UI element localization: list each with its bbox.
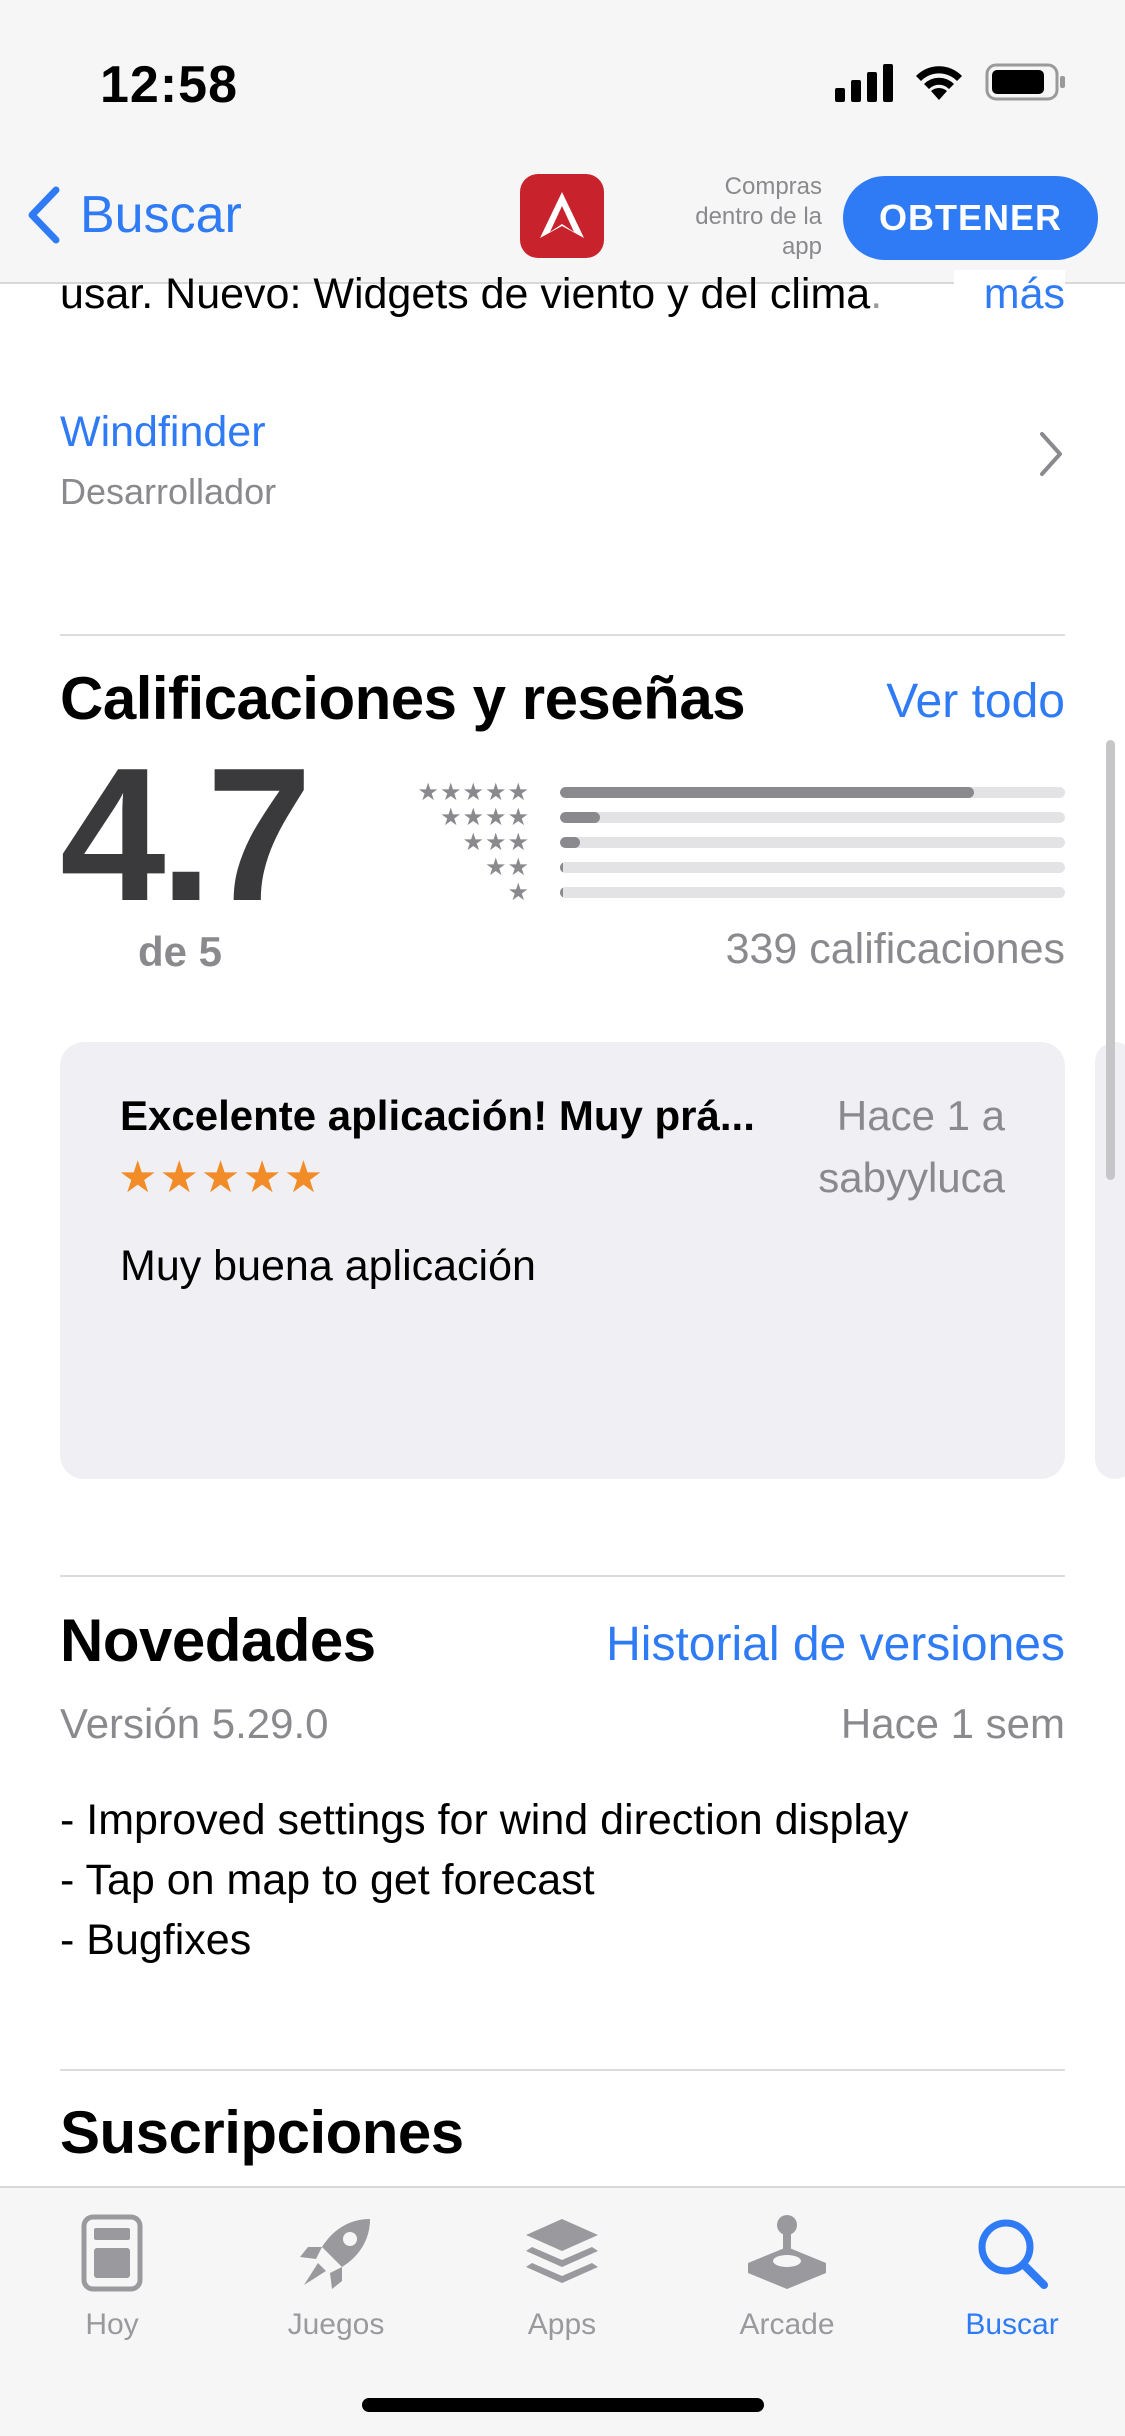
histogram-track (560, 887, 1065, 898)
review-title: Excelente aplicación! Muy prá... (120, 1092, 755, 1139)
description-text: usar. Nuevo: Widgets de viento y del cli… (60, 270, 1065, 319)
histogram-track (560, 837, 1065, 848)
tab-label: Hoy (85, 2308, 139, 2341)
tab-buscar[interactable]: Buscar (927, 2208, 1097, 2342)
tab-juegos[interactable]: Juegos (251, 2208, 421, 2342)
histogram-track (560, 862, 1065, 873)
more-link[interactable]: más (953, 270, 1065, 319)
version-label: Versión 5.29.0 (60, 1700, 329, 1747)
histogram-track (560, 812, 1065, 823)
histogram-row-1: ★ (405, 880, 1065, 905)
subscriptions-title: Suscripciones (60, 2099, 464, 2166)
histogram-row-3: ★★★ (405, 830, 1065, 855)
histogram-row-5: ★★★★★ (405, 780, 1065, 805)
histogram-fill (560, 887, 563, 898)
chevron-left-icon (28, 186, 60, 244)
tab-apps[interactable]: Apps (477, 2208, 647, 2342)
histogram-fill (560, 837, 581, 848)
histogram-track (560, 787, 1065, 798)
windfinder-logo-icon (540, 192, 584, 238)
wifi-icon (916, 66, 962, 100)
version-history-link[interactable]: Historial de versiones (606, 1617, 1065, 1672)
histogram-fill (560, 812, 601, 823)
histogram-row-2: ★★ (405, 855, 1065, 880)
developer-name: Windfinder (60, 408, 266, 456)
status-time: 12:58 (100, 56, 238, 114)
tab-hoy[interactable]: Hoy (27, 2208, 197, 2342)
in-app-purchases-note: Compras dentro de la app (660, 172, 822, 262)
rating-histogram: ★★★★★ ★★★★ ★★★ ★★ ★ (405, 780, 1065, 905)
histogram-fill (560, 862, 563, 873)
tab-bar: Hoy Juegos Apps Arcade Buscar (0, 2186, 1125, 2436)
back-button[interactable]: Buscar (26, 185, 242, 245)
iap-line-1: Compras (724, 173, 822, 200)
app-icon (520, 174, 604, 258)
cellular-signal-icon (835, 62, 893, 102)
search-icon (927, 2208, 1097, 2298)
tab-label: Arcade (739, 2308, 835, 2341)
status-icons (835, 62, 1067, 102)
developer-row[interactable]: Windfinder Desarrollador (60, 408, 1065, 518)
histogram-stars: ★ (507, 878, 530, 906)
description-line: usar. Nuevo: Widgets de viento y del cli… (60, 270, 871, 318)
release-note: - Bugfixes (60, 1916, 252, 1964)
divider (60, 634, 1065, 636)
scrollbar[interactable] (1106, 740, 1115, 1180)
tab-label: Apps (527, 2308, 597, 2341)
tab-label: Buscar (965, 2308, 1059, 2341)
histogram-stars: ★★ (484, 853, 530, 881)
today-icon (27, 2208, 197, 2298)
description-fade: . (870, 270, 883, 318)
rating-out-of: de 5 (138, 928, 223, 975)
version-date: Hace 1 sem (840, 1700, 1065, 1747)
average-rating: 4.7 (60, 729, 312, 941)
review-author: sabyyluca (818, 1154, 1005, 1201)
histogram-stars: ★★★★★ (417, 778, 530, 806)
see-all-link[interactable]: Ver todo (886, 674, 1065, 729)
chevron-right-icon (1040, 432, 1062, 476)
rocket-icon (251, 2208, 421, 2298)
release-note: - Improved settings for wind direction d… (60, 1796, 909, 1844)
review-card[interactable]: Excelente aplicación! Muy prá... Hace 1 … (60, 1042, 1065, 1479)
release-notes: - Improved settings for wind direction d… (60, 1790, 908, 1970)
ratings-title: Calificaciones y reseñas (60, 665, 746, 732)
review-stars: ★★★★★ (118, 1153, 326, 1202)
rating-count: 339 calificaciones (725, 925, 1065, 973)
histogram-row-4: ★★★★ (405, 805, 1065, 830)
status-bar: 12:58 (0, 0, 1125, 160)
iap-line-3: app (781, 233, 822, 260)
whats-new-title: Novedades (60, 1607, 376, 1674)
histogram-stars: ★★★ (462, 828, 530, 856)
developer-role: Desarrollador (60, 471, 277, 512)
joystick-icon (702, 2208, 872, 2298)
home-indicator (362, 2398, 764, 2412)
review-body: Muy buena aplicación (120, 1242, 536, 1290)
divider (60, 1575, 1065, 1577)
review-date: Hace 1 a (836, 1092, 1005, 1139)
tab-label: Juegos (287, 2308, 385, 2341)
back-label: Buscar (80, 186, 242, 244)
get-button[interactable]: OBTENER (843, 176, 1098, 260)
nav-header: Buscar Compras dentro de la app OBTENER (0, 160, 1125, 284)
battery-icon (985, 63, 1065, 101)
layers-icon (477, 2208, 647, 2298)
histogram-fill (560, 787, 975, 798)
tab-arcade[interactable]: Arcade (702, 2208, 872, 2342)
iap-line-2: dentro de la (695, 203, 822, 230)
divider (60, 2069, 1065, 2071)
release-note: - Tap on map to get forecast (60, 1856, 595, 1904)
histogram-stars: ★★★★ (439, 803, 530, 831)
